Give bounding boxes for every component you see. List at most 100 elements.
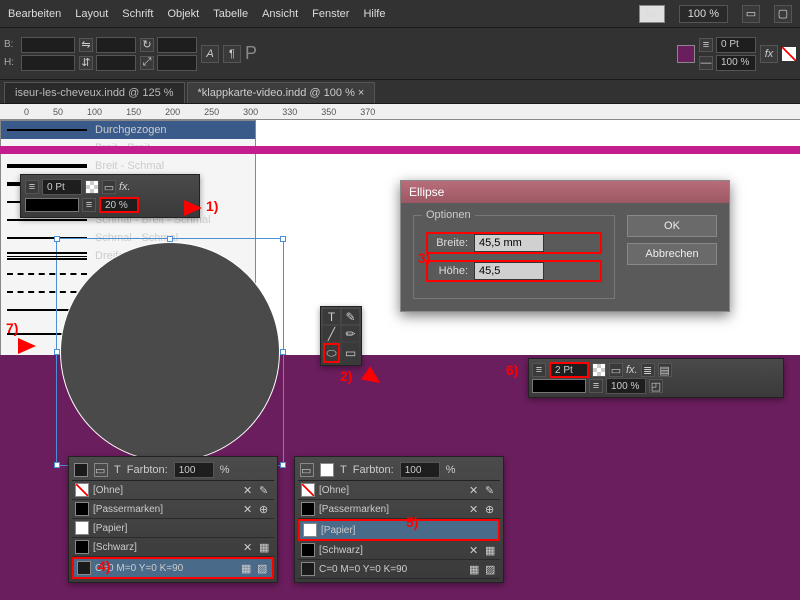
- height-dlg-label: Höhe:: [428, 265, 468, 277]
- style-durchgezogen[interactable]: Durchgezogen: [1, 121, 255, 139]
- fx-mini-icon[interactable]: fx.: [119, 181, 131, 193]
- scale-y-input[interactable]: [96, 55, 136, 71]
- cancel-button[interactable]: Abbrechen: [627, 243, 717, 265]
- arrow-1: [184, 200, 202, 216]
- flip-v-icon[interactable]: ⇵: [79, 56, 93, 70]
- stroke2-icon[interactable]: ▭: [609, 363, 623, 377]
- options-group: Optionen Breite: Höhe:: [413, 215, 615, 299]
- align-icon[interactable]: ≣: [641, 363, 655, 377]
- stroke-weight-input[interactable]: [716, 37, 756, 53]
- height-input[interactable]: [21, 55, 75, 71]
- tint-label: Farbton:: [127, 464, 168, 476]
- pencil-tool-icon[interactable]: ✏: [342, 326, 359, 341]
- stroke-2pt-input[interactable]: [549, 362, 589, 378]
- wrap-icon[interactable]: ▤: [658, 363, 672, 377]
- style-breit-schmal[interactable]: Breit - Schmal: [1, 157, 255, 175]
- flip-h-icon[interactable]: ⇋: [79, 38, 93, 52]
- opacity2-step-icon[interactable]: ≡: [589, 379, 603, 393]
- fx-icon[interactable]: fx: [760, 45, 778, 63]
- fx2-icon[interactable]: fx.: [626, 364, 638, 376]
- paragraph-icon: P: [245, 43, 257, 64]
- horizontal-ruler: 050100150200250300330350370: [0, 104, 800, 120]
- dialog-title: Ellipse: [401, 181, 729, 203]
- rotate-input[interactable]: [157, 37, 197, 53]
- skew-input[interactable]: [157, 55, 197, 71]
- menu-hilfe[interactable]: Hilfe: [363, 8, 385, 20]
- swatch2-passermarken[interactable]: [Passermarken]✕⊕: [298, 500, 500, 519]
- opacity2-input[interactable]: [606, 378, 646, 394]
- weight-step-icon[interactable]: ≡: [25, 180, 39, 194]
- zoom-select[interactable]: 100 %: [679, 5, 728, 23]
- type-tool-icon[interactable]: T: [323, 309, 340, 324]
- opacity-input[interactable]: [716, 55, 756, 71]
- fill-proxy2-icon[interactable]: ▭: [300, 463, 314, 477]
- stroke-style2-preview[interactable]: [532, 379, 586, 393]
- menu-schrift[interactable]: Schrift: [122, 8, 153, 20]
- char-panel-icon[interactable]: A: [201, 45, 219, 63]
- tint-input[interactable]: [174, 462, 214, 478]
- skew-icon[interactable]: ⤢: [140, 56, 154, 70]
- stroke-proxy-icon[interactable]: ▭: [94, 463, 108, 477]
- menu-layout[interactable]: Layout: [75, 8, 108, 20]
- canvas[interactable]: ≡▭fx. ≡ 1) T ✎ ╱ ✏ ⬭ ▭ 2) Ellipse Option…: [0, 120, 800, 600]
- weight-input[interactable]: [42, 179, 82, 195]
- fill2-icon[interactable]: [592, 363, 606, 377]
- weight-stepper-icon[interactable]: ≡: [532, 363, 546, 377]
- bridge-button[interactable]: Br: [639, 5, 665, 23]
- pen-tool-icon[interactable]: ✎: [342, 309, 359, 324]
- scale-x-input[interactable]: [96, 37, 136, 53]
- swatch-passermarken[interactable]: [Passermarken]✕⊕: [72, 500, 274, 519]
- screen-mode-icon[interactable]: ▢: [774, 5, 792, 23]
- opacity-20-input[interactable]: [99, 197, 139, 213]
- stroke-style-preview[interactable]: [25, 198, 79, 212]
- menu-objekt[interactable]: Objekt: [167, 8, 199, 20]
- height-dlg-input[interactable]: [474, 262, 544, 280]
- swatch2-schwarz[interactable]: [Schwarz]✕▦: [298, 541, 500, 560]
- swatch2-papier[interactable]: [Papier]: [298, 519, 500, 541]
- tab-doc1[interactable]: iseur-les-cheveux.indd @ 125 %: [4, 82, 185, 103]
- width-input[interactable]: [21, 37, 75, 53]
- stroke-icon[interactable]: ▭: [102, 180, 116, 194]
- handle-tm[interactable]: [167, 236, 173, 242]
- stroke-type-icon[interactable]: —: [699, 56, 713, 70]
- tint-input2[interactable]: [400, 462, 440, 478]
- handle-tr[interactable]: [280, 236, 286, 242]
- no-fill-icon[interactable]: [782, 47, 796, 61]
- control-bar: B: H: ⇋ ⇵ ↻ ⤢ A ¶ P ≡ — fx: [0, 28, 800, 80]
- stroke-weight-icon[interactable]: ≡: [699, 38, 713, 52]
- selected-ellipse[interactable]: [60, 242, 280, 462]
- menu-bearbeiten[interactable]: Bearbeiten: [8, 8, 61, 20]
- tab-doc2[interactable]: *klappkarte-video.indd @ 100 % ×: [187, 82, 376, 103]
- fill-swatch[interactable]: [677, 45, 695, 63]
- swatch-ohne[interactable]: [Ohne]✕✎: [72, 481, 274, 500]
- fill-icon[interactable]: [85, 180, 99, 194]
- line-tool-icon[interactable]: ╱: [323, 326, 340, 341]
- swatch-papier[interactable]: [Papier]: [72, 519, 274, 538]
- width-dlg-input[interactable]: [474, 234, 544, 252]
- handle-br[interactable]: [280, 462, 286, 468]
- view-mode-icon[interactable]: ▭: [742, 5, 760, 23]
- rotate-icon[interactable]: ↻: [140, 38, 154, 52]
- menu-ansicht[interactable]: Ansicht: [262, 8, 298, 20]
- opacity-step-icon[interactable]: ≡: [82, 198, 96, 212]
- stroke-proxy2-icon[interactable]: [320, 463, 334, 477]
- handle-ml[interactable]: [54, 349, 60, 355]
- annotation-7: 7): [6, 320, 18, 336]
- menu-tabelle[interactable]: Tabelle: [213, 8, 248, 20]
- menu-fenster[interactable]: Fenster: [312, 8, 349, 20]
- magenta-bar: [0, 146, 800, 154]
- handle-tl[interactable]: [54, 236, 60, 242]
- handle-bl[interactable]: [54, 462, 60, 468]
- ok-button[interactable]: OK: [627, 215, 717, 237]
- rect-tool-icon[interactable]: ▭: [342, 343, 359, 363]
- para-panel-icon[interactable]: ¶: [223, 45, 241, 63]
- swatch2-ohne[interactable]: [Ohne]✕✎: [298, 481, 500, 500]
- ellipse-tool-icon[interactable]: ⬭: [323, 343, 340, 363]
- handle-mr[interactable]: [280, 349, 286, 355]
- lock-icon: ✕: [243, 484, 255, 496]
- close-tab-icon[interactable]: ×: [358, 87, 364, 99]
- swatch-schwarz[interactable]: [Schwarz]✕▦: [72, 538, 274, 557]
- corner-icon[interactable]: ◰: [649, 379, 663, 393]
- fill-proxy-icon[interactable]: [74, 463, 88, 477]
- swatch2-k90[interactable]: C=0 M=0 Y=0 K=90▦▨: [298, 560, 500, 579]
